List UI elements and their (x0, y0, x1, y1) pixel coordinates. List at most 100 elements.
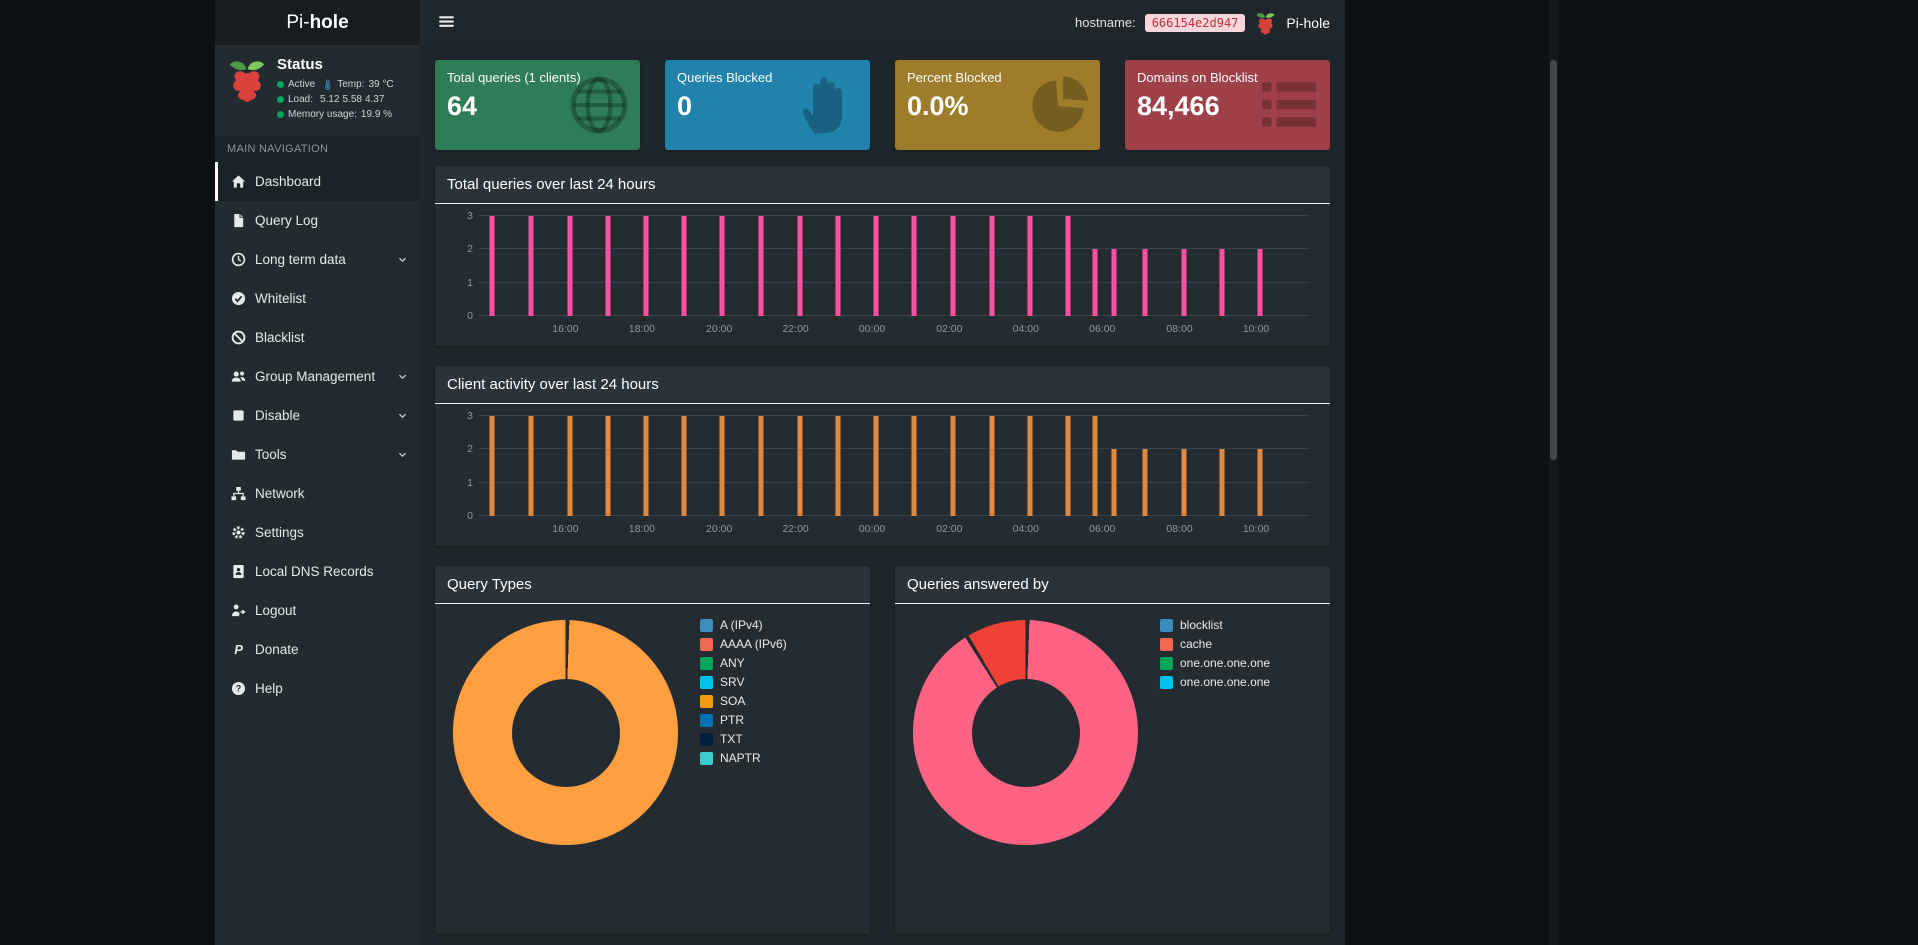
brand-text-bold: hole (309, 11, 349, 33)
brand-logo[interactable]: Pi-hole (215, 0, 420, 45)
navbar-right-area: hostname: 666154e2d947 Pi-hole (420, 0, 1345, 45)
legend-item-txt[interactable]: TXT (700, 732, 787, 746)
y-tick-label: 0 (467, 310, 473, 322)
sidebar-item-label: Group Management (255, 369, 376, 384)
legend-color-swatch (700, 656, 713, 670)
query-types-legend: A (IPv4) AAAA (IPv6) ANY SRV SOA PTR TXT NAPTR (700, 618, 787, 845)
sidebar-item-query-log[interactable]: Query Log (215, 201, 420, 240)
sidebar-item-label: Query Log (255, 213, 319, 228)
panel-body: 0 1 2 3 16:00 18:00 20:00 22:00 00:00 02:00 04:00 0… (435, 204, 1330, 346)
main-content: Total queries (1 clients) 64 Queries Block… (420, 45, 1345, 945)
bottom-panels-row: Query Types A (IPv4) AAAA (IPv6) ANY SRV SOA… (435, 566, 1330, 934)
sidebar-item-local-dns-records[interactable]: Local DNS Records (215, 552, 420, 591)
legend-item-blocklist[interactable]: blocklist (1160, 618, 1270, 632)
queries-answered-legend: blocklist cache one.one.one.one one.one.one… (1160, 618, 1270, 845)
legend-item-ptr[interactable]: PTR (700, 713, 787, 727)
bar (489, 416, 495, 516)
navbar-host-info: hostname: 666154e2d947 Pi-hole (1075, 11, 1330, 35)
temp-label: Temp: (337, 79, 365, 90)
panel-header: Queries answered by (895, 566, 1330, 604)
legend-item-any[interactable]: ANY (700, 656, 787, 670)
sidebar-item-label: Donate (255, 642, 299, 657)
bar (911, 216, 917, 316)
bar-plot: 0 1 2 3 16:00 18:00 20:00 22:00 00:00 02:00 04:00 0… (467, 210, 1310, 335)
scrollbar-thumb[interactable] (1550, 60, 1557, 460)
sidebar-item-dashboard[interactable]: Dashboard (215, 162, 420, 201)
legend-item-srv[interactable]: SRV (700, 675, 787, 689)
x-tick-label: 04:00 (1012, 523, 1039, 535)
sidebar-item-whitelist[interactable]: Whitelist (215, 279, 420, 318)
sidebar-toggle-button[interactable] (435, 12, 457, 34)
load-values: 5.12 5.58 4.37 (320, 94, 385, 105)
browser-scrollbar[interactable] (1549, 0, 1558, 945)
bar (1065, 216, 1071, 316)
sidebar-item-help[interactable]: Help (215, 669, 420, 708)
memory-label: Memory usage: (288, 109, 357, 120)
bar (1027, 416, 1033, 516)
x-tick-label: 22:00 (782, 323, 809, 335)
bar (797, 216, 803, 316)
stat-card-total-queries: Total queries (1 clients) 64 (435, 60, 640, 150)
hostname-label: hostname: (1075, 15, 1136, 30)
sidebar-item-label: Whitelist (255, 291, 307, 306)
x-tick-label: 06:00 (1089, 323, 1116, 335)
legend-color-swatch (700, 675, 713, 689)
bar (873, 416, 879, 516)
panel-query-types: Query Types A (IPv4) AAAA (IPv6) ANY SRV SOA… (435, 566, 870, 934)
paypal-icon (231, 642, 246, 657)
legend-item-naptr[interactable]: NAPTR (700, 751, 787, 765)
legend-item-soa[interactable]: SOA (700, 694, 787, 708)
legend-color-swatch (1160, 637, 1173, 651)
status-load-dot-icon (277, 96, 284, 103)
users-icon (231, 369, 246, 384)
pihole-berry-logo (225, 55, 269, 105)
bar (950, 216, 956, 316)
sidebar-item-tools[interactable]: Tools (215, 435, 420, 474)
y-tick-label: 3 (467, 210, 473, 222)
summary-cards: Total queries (1 clients) 64 Queries Block… (435, 60, 1330, 150)
legend-color-swatch (700, 713, 713, 727)
bar (1111, 449, 1117, 516)
sidebar-item-disable[interactable]: Disable (215, 396, 420, 435)
legend-label: SOA (720, 694, 746, 708)
bar (1027, 216, 1033, 316)
bar (605, 416, 611, 516)
sidebar-item-logout[interactable]: Logout (215, 591, 420, 630)
sidebar-item-blacklist[interactable]: Blacklist (215, 318, 420, 357)
legend-item-aaaa-ipv6[interactable]: AAAA (IPv6) (700, 637, 787, 651)
gridline (479, 415, 1310, 416)
bar (643, 416, 649, 516)
question-icon (231, 681, 246, 696)
sidebar-item-network[interactable]: Network (215, 474, 420, 513)
chevron-down-icon (397, 449, 408, 460)
bar (681, 216, 687, 316)
status-active-dot-icon (277, 81, 284, 88)
bar (1065, 416, 1071, 516)
panel-header: Query Types (435, 566, 870, 604)
legend-label: cache (1180, 637, 1213, 651)
sidebar-item-group-management[interactable]: Group Management (215, 357, 420, 396)
hand-icon (796, 72, 862, 138)
legend-item-cache[interactable]: cache (1160, 637, 1270, 651)
bar (835, 416, 841, 516)
legend-item-one-one-one-one[interactable]: one.one.one.one (1160, 675, 1270, 689)
sidebar-item-long-term-data[interactable]: Long term data (215, 240, 420, 279)
bar (1181, 449, 1187, 516)
sidebar-item-donate[interactable]: Donate (215, 630, 420, 669)
legend-item-one-one-one-one[interactable]: one.one.one.one (1160, 656, 1270, 670)
file-icon (231, 213, 246, 228)
top-navbar: Pi-hole hostname: 666154e2d947 Pi-hole (215, 0, 1345, 45)
status-active-row: Active Temp: 39 °C (277, 79, 394, 90)
sidebar-item-settings[interactable]: Settings (215, 513, 420, 552)
legend-item-a-ipv4[interactable]: A (IPv4) (700, 618, 787, 632)
signout-icon (231, 603, 246, 618)
bar (797, 416, 803, 516)
y-tick-label: 1 (467, 476, 473, 489)
legend-color-swatch (700, 618, 713, 632)
status-title: Status (277, 56, 323, 73)
y-tick-label: 1 (467, 276, 473, 289)
status-memory-row: Memory usage: 19.9 % (277, 109, 394, 120)
bar (835, 216, 841, 316)
x-tick-label: 08:00 (1166, 323, 1193, 335)
legend-label: SRV (720, 675, 745, 689)
